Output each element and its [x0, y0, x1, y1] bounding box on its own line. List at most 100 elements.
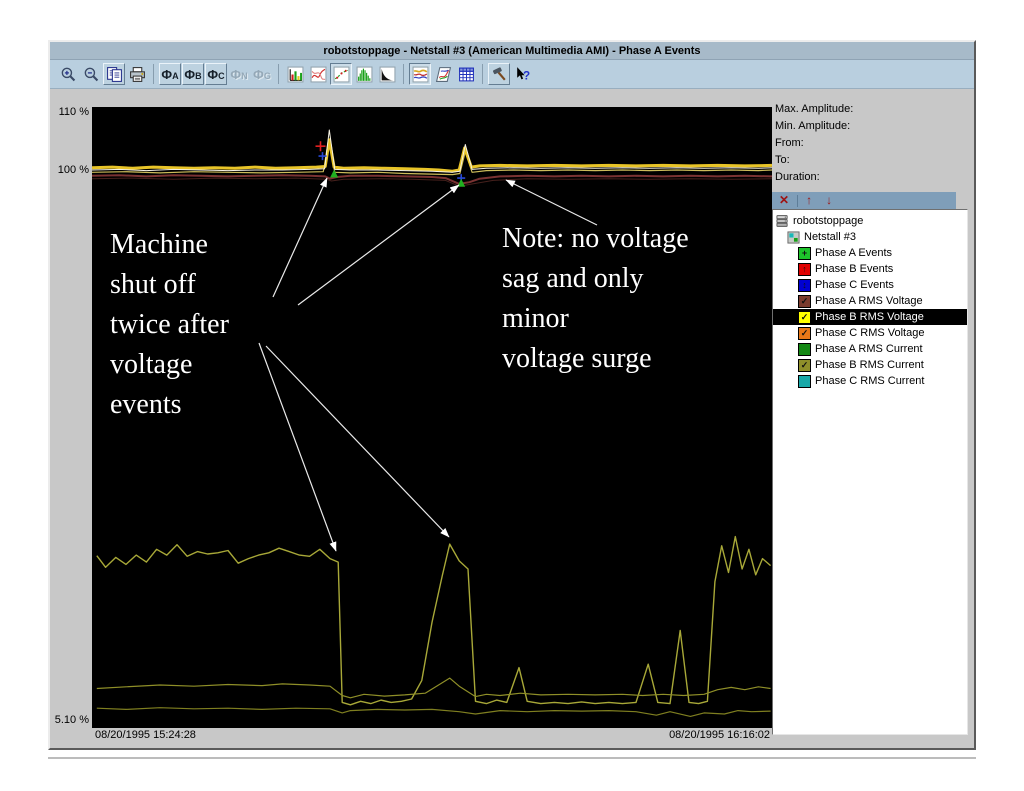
- tree-item-robotstoppage[interactable]: robotstoppage: [773, 213, 967, 229]
- toolbar-separator: [482, 64, 483, 84]
- scatter-chart-button[interactable]: [330, 63, 352, 85]
- y-axis-label-100: 100 %: [52, 164, 89, 176]
- annotation-text: Machineshut offtwice aftervoltageevents: [110, 225, 229, 425]
- annotation-text: Note: no voltagesag and onlyminorvoltage…: [502, 219, 689, 379]
- tools-button[interactable]: [488, 63, 510, 85]
- tree-item-phase-a-rms-current[interactable]: Phase A RMS Current: [773, 341, 967, 357]
- event-channel-icon: ↕: [798, 279, 811, 292]
- tree-item-phase-a-events[interactable]: + Phase A Events: [773, 245, 967, 261]
- series-voltage-envelope-dark: [92, 178, 772, 186]
- event-info-labels: Max. Amplitude:Min. Amplitude:From:To:Du…: [775, 103, 853, 188]
- info-label: From:: [775, 137, 853, 154]
- phase-a-button[interactable]: ΦA: [159, 63, 181, 85]
- series-phase-b-rms-current: [97, 537, 771, 705]
- decay-chart-button[interactable]: [376, 63, 398, 85]
- grid-table-button[interactable]: [455, 63, 477, 85]
- tree-item-label: Phase C RMS Voltage: [815, 327, 924, 339]
- toolbar-separator: [403, 64, 404, 84]
- zoom-in-icon: [60, 66, 77, 83]
- copy-icon: [106, 66, 123, 83]
- series-phase-c-rms-current: [97, 708, 771, 717]
- annotation-arrow: [298, 185, 459, 305]
- checked-channel-icon: ✓: [798, 295, 811, 308]
- waveform-button[interactable]: [409, 63, 431, 85]
- series-phase-b-rms-voltage: [92, 140, 772, 171]
- zoom-out-icon: [83, 66, 100, 83]
- tree-item-phase-b-events[interactable]: ↑ Phase B Events: [773, 261, 967, 277]
- phase-g-icon: ΦG: [253, 68, 271, 81]
- scatter-chart-icon: [333, 66, 350, 83]
- tree-item-label: Phase A Events: [815, 247, 892, 259]
- client-area: 110 % 100 % 5.10 % Machineshut offtwice …: [52, 89, 972, 746]
- copy-button[interactable]: [103, 63, 125, 85]
- tree-item-phase-b-rms-current[interactable]: ✓ Phase B RMS Current: [773, 357, 967, 373]
- page-rule: [48, 757, 976, 759]
- info-label: Min. Amplitude:: [775, 120, 853, 137]
- event-channel-icon: ↑: [798, 263, 811, 276]
- list-toolbar: ✕↑↓: [772, 192, 956, 209]
- event-channel-icon: +: [798, 247, 811, 260]
- unchecked-channel-icon: [798, 343, 811, 356]
- zoom-in-button[interactable]: [57, 63, 79, 85]
- info-label: To:: [775, 154, 853, 171]
- tree-item-label: Phase B Events: [815, 263, 893, 275]
- list-toolbar-separator: [797, 195, 798, 207]
- phase-b-button[interactable]: ΦB: [182, 63, 204, 85]
- y-axis-label-110: 110 %: [52, 106, 89, 118]
- title-bar[interactable]: robotstoppage - Netstall #3 (American Mu…: [50, 42, 974, 60]
- move-down-button[interactable]: ↓: [819, 192, 839, 209]
- tree-item-phase-c-rms-voltage[interactable]: ✓ Phase C RMS Voltage: [773, 325, 967, 341]
- main-toolbar: ΦAΦB ΦCΦN ΦG?: [50, 60, 974, 89]
- series-phase-a-rms-current: [97, 678, 771, 698]
- help-button[interactable]: ?: [511, 63, 533, 85]
- plot-area[interactable]: Machineshut offtwice aftervoltageevents N…: [92, 107, 772, 728]
- phase-c-button[interactable]: ΦC: [205, 63, 227, 85]
- unchecked-channel-icon: [798, 375, 811, 388]
- tree-item-phase-b-rms-voltage[interactable]: ✓ Phase B RMS Voltage: [773, 309, 967, 325]
- phase-b-icon: ΦB: [184, 68, 201, 81]
- server-icon: [776, 214, 789, 228]
- tree-item-netstall-3[interactable]: Netstall #3: [773, 229, 967, 245]
- help-icon: ?: [514, 66, 531, 83]
- checked-channel-icon: ✓: [798, 311, 811, 324]
- tree-item-label: robotstoppage: [793, 215, 863, 227]
- toolbar-separator: [278, 64, 279, 84]
- tree-item-phase-c-events[interactable]: ↕ Phase C Events: [773, 277, 967, 293]
- tree-item-label: Phase A RMS Current: [815, 343, 923, 355]
- annotation-arrow: [259, 343, 336, 551]
- delete-button[interactable]: ✕: [772, 192, 796, 209]
- chart-3d-button[interactable]: [432, 63, 454, 85]
- x-axis-end-timestamp: 08/20/1995 16:16:02: [92, 729, 770, 741]
- event-marker[interactable]: [330, 170, 338, 178]
- grid-table-icon: [458, 66, 475, 83]
- histogram-icon: [356, 66, 373, 83]
- print-icon: [129, 66, 146, 83]
- window-title: robotstoppage - Netstall #3 (American Mu…: [323, 45, 700, 57]
- tree-item-phase-c-rms-current[interactable]: Phase C RMS Current: [773, 373, 967, 389]
- zoom-out-button[interactable]: [80, 63, 102, 85]
- checked-channel-icon: ✓: [798, 327, 811, 340]
- bar-chart-button[interactable]: [284, 63, 306, 85]
- histogram-button[interactable]: [353, 63, 375, 85]
- decay-chart-icon: [379, 66, 396, 83]
- channel-tree: robotstoppage Netstall #3 + Phase A Events ↑…: [772, 209, 968, 735]
- tree-item-label: Phase B RMS Current: [815, 359, 924, 371]
- phase-n-button: ΦN: [228, 63, 250, 85]
- tree-item-label: Phase A RMS Voltage: [815, 295, 923, 307]
- device-icon: [787, 231, 800, 244]
- tree-item-label: Phase B RMS Voltage: [815, 311, 924, 323]
- waveform-icon: [412, 66, 429, 83]
- checked-channel-icon: ✓: [798, 359, 811, 372]
- annotation-arrow: [266, 346, 449, 537]
- tree-item-label: Phase C Events: [815, 279, 894, 291]
- event-marker[interactable]: [316, 141, 326, 151]
- info-label: Max. Amplitude:: [775, 103, 853, 120]
- move-up-button[interactable]: ↑: [799, 192, 819, 209]
- print-button[interactable]: [126, 63, 148, 85]
- line-chart-button[interactable]: [307, 63, 329, 85]
- tree-item-phase-a-rms-voltage[interactable]: ✓ Phase A RMS Voltage: [773, 293, 967, 309]
- info-label: Duration:: [775, 171, 853, 188]
- tree-item-label: Netstall #3: [804, 231, 856, 243]
- phase-n-icon: ΦN: [230, 68, 247, 81]
- line-chart-icon: [310, 66, 327, 83]
